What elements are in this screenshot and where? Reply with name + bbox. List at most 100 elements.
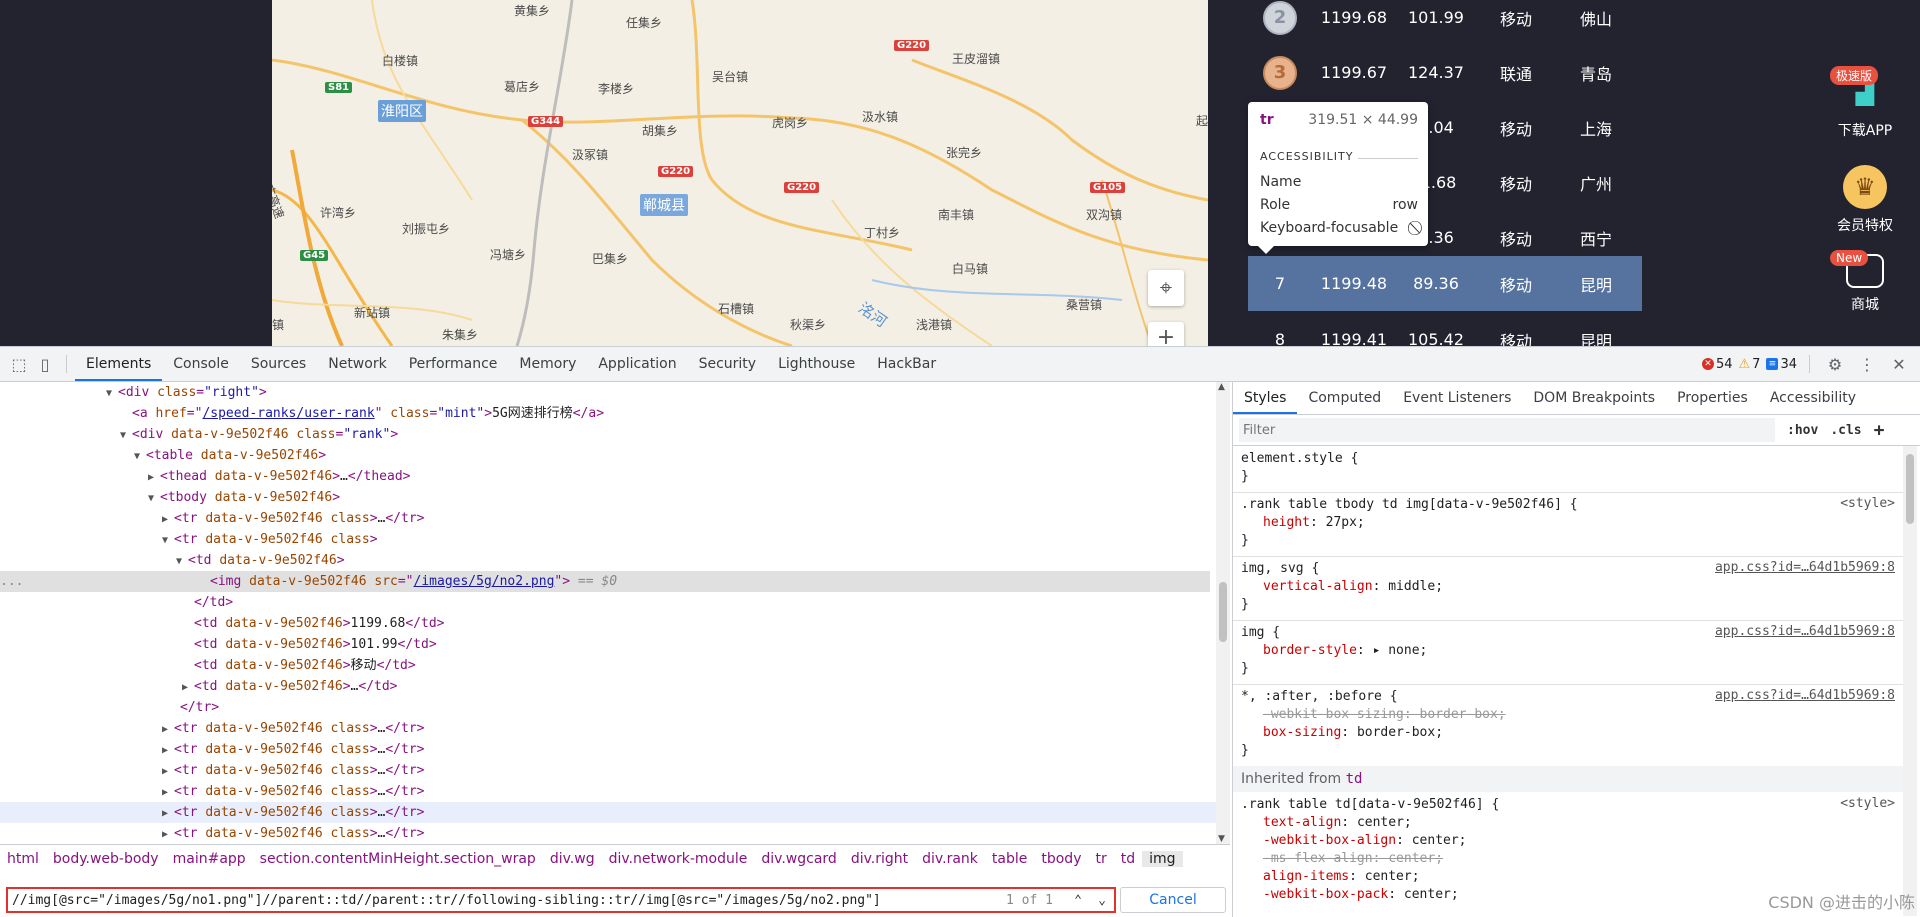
cancel-button[interactable]: Cancel [1120, 887, 1226, 913]
styles-tab[interactable]: DOM Breakpoints [1522, 382, 1666, 414]
dom-node[interactable]: </tr> [0, 697, 1216, 718]
breadcrumb-item[interactable]: div.rank [915, 851, 985, 867]
tooltip-role-value: row [1392, 197, 1418, 213]
more-options-icon[interactable]: ⋮ [1854, 351, 1880, 377]
breadcrumb-item[interactable]: tbody [1034, 851, 1088, 867]
dom-node[interactable]: </td> [0, 592, 1216, 613]
locate-button[interactable]: ⌖ [1148, 270, 1184, 306]
breadcrumb-item[interactable]: div.wgcard [754, 851, 843, 867]
rank-upload-cell: 105.42 [1408, 330, 1464, 346]
breadcrumb-item[interactable]: tr [1088, 851, 1113, 867]
dom-node[interactable]: ▶ <tr data-v-9e502f46 class>…</tr> [0, 508, 1216, 529]
dom-node[interactable]: ▶ <tr data-v-9e502f46 class>…</tr> [0, 802, 1216, 823]
search-query[interactable]: //img[@src="/images/5g/no1.png"]//parent… [8, 893, 1006, 908]
rule-source[interactable]: app.css?id=…64d1b5969:8 [1715, 688, 1895, 703]
map-place: 秋渠乡 [790, 318, 827, 332]
dom-node[interactable]: <td data-v-9e502f46>移动</td> [0, 655, 1216, 676]
styles-filter-input[interactable] [1239, 418, 1775, 442]
dom-node[interactable]: <a href="/speed-ranks/user-rank" class="… [0, 403, 1216, 424]
devtools-tab[interactable]: Elements [75, 347, 163, 381]
warning-count[interactable]: ⚠ 7 [1739, 357, 1761, 372]
dom-node[interactable]: ▶ <tr data-v-9e502f46 class>…</tr> [0, 718, 1216, 739]
breadcrumb-item[interactable]: table [985, 851, 1034, 867]
breadcrumb-item[interactable]: td [1114, 851, 1142, 867]
dom-node[interactable]: ▼ <table data-v-9e502f46> [0, 445, 1216, 466]
new-rule-button[interactable]: + [1874, 420, 1885, 441]
dom-link[interactable]: /speed-ranks/user-rank [202, 406, 374, 421]
devtools-tab[interactable]: Performance [398, 347, 509, 381]
devtools-tab[interactable]: Memory [508, 347, 587, 381]
scroll-up-icon[interactable]: ▲ [1218, 382, 1225, 392]
style-rule[interactable]: .rank table tbody td img[data-v-9e502f46… [1233, 492, 1903, 557]
dom-node[interactable]: ▼ <tbody data-v-9e502f46> [0, 487, 1216, 508]
dom-link[interactable]: /images/5g/no2.png [414, 574, 555, 589]
dom-node[interactable]: <td data-v-9e502f46>101.99</td> [0, 634, 1216, 655]
styles-tab[interactable]: Styles [1233, 382, 1298, 414]
dom-node[interactable]: ▼ <td data-v-9e502f46> [0, 550, 1216, 571]
breadcrumb-item[interactable]: body.web-body [46, 851, 166, 867]
crown-icon: ♛ [1843, 165, 1887, 209]
dom-node[interactable]: ▶ <tr data-v-9e502f46 class>…</tr> [0, 739, 1216, 760]
styles-tab[interactable]: Event Listeners [1392, 382, 1522, 414]
devtools-tab[interactable]: Application [587, 347, 687, 381]
hov-toggle[interactable]: :hov [1787, 423, 1818, 438]
dom-node[interactable]: ▼ <tr data-v-9e502f46 class> [0, 529, 1216, 550]
dom-node[interactable]: ▶ <thead data-v-9e502f46>…</thead> [0, 466, 1216, 487]
zoom-in-button[interactable]: + [1148, 322, 1184, 346]
inspect-icon[interactable]: ⬚ [6, 351, 32, 377]
breadcrumb-item[interactable]: div.right [844, 851, 915, 867]
devtools-tab[interactable]: Sources [240, 347, 317, 381]
error-count[interactable]: ✕ 54 [1701, 357, 1733, 372]
devtools-tab[interactable]: Security [688, 347, 768, 381]
breadcrumb-item[interactable]: section.contentMinHeight.section_wrap [253, 851, 543, 867]
breadcrumb-item[interactable]: main#app [166, 851, 253, 867]
dom-node[interactable]: ▶ <td data-v-9e502f46>…</td> [0, 676, 1216, 697]
dom-node-selected[interactable]: ... <img data-v-9e502f46 src="/images/5g/… [0, 571, 1210, 592]
dom-node[interactable]: ▶ <tr data-v-9e502f46 class>…</tr> [0, 823, 1216, 844]
styles-tab[interactable]: Computed [1297, 382, 1392, 414]
rule-source[interactable]: <style> [1840, 496, 1895, 511]
style-rule[interactable]: element.style { } [1233, 446, 1903, 493]
breadcrumb-item[interactable]: html [0, 851, 46, 867]
rule-source[interactable]: app.css?id=…64d1b5969:8 [1715, 560, 1895, 575]
devtools-tab[interactable]: Console [162, 347, 240, 381]
breadcrumb-item[interactable]: div.wg [543, 851, 602, 867]
message-count[interactable]: ≡ 34 [1766, 357, 1797, 372]
vip-button[interactable]: ♛ 会员特权 [1810, 165, 1920, 235]
devtools-tab[interactable]: HackBar [866, 347, 947, 381]
scroll-thumb[interactable] [1906, 454, 1914, 524]
scroll-down-icon[interactable]: ▼ [1218, 834, 1225, 844]
device-toggle-icon[interactable]: ▯ [32, 351, 58, 377]
style-rule[interactable]: *, :after, :before { app.css?id=…64d1b59… [1233, 684, 1903, 767]
chevron-up-icon[interactable]: ⌃ [1066, 893, 1090, 908]
elements-scrollbar[interactable]: ▲ ▼ [1216, 382, 1230, 844]
breadcrumb-item[interactable]: img [1142, 851, 1183, 867]
breadcrumb-item[interactable]: div.network-module [602, 851, 755, 867]
xpath-search-input[interactable]: //img[@src="/images/5g/no1.png"]//parent… [6, 887, 1116, 913]
devtools-tab[interactable]: Lighthouse [767, 347, 866, 381]
cls-toggle[interactable]: .cls [1830, 423, 1861, 438]
rule-source[interactable]: <style> [1840, 796, 1895, 811]
dom-node[interactable]: ▼ <div data-v-9e502f46 class="rank"> [0, 424, 1216, 445]
styles-tab[interactable]: Accessibility [1759, 382, 1867, 414]
rank-row: 7 1199.48 89.36 移动 昆明 [1248, 256, 1642, 311]
rule-source[interactable]: app.css?id=…64d1b5969:8 [1715, 624, 1895, 639]
dom-node[interactable]: ▶ <tr data-v-9e502f46 class>…</tr> [0, 781, 1216, 802]
devtools-status: ✕ 54 ⚠ 7 ≡ 34 ⚙ ⋮ ✕ [1701, 347, 1912, 381]
dom-node[interactable]: ▶ <tr data-v-9e502f46 class>…</tr> [0, 760, 1216, 781]
devtools-tab[interactable]: Network [317, 347, 397, 381]
map[interactable]: 黄集乡 任集乡 白楼镇 葛店乡 李楼乡 吴台镇 王皮溜镇 虎岗乡 汲水镇 胡集乡… [272, 0, 1208, 346]
elements-tree[interactable]: ▼ <div class="right"> <a href="/speed-ran… [0, 382, 1216, 844]
style-rule[interactable]: img, svg { app.css?id=…64d1b5969:8 verti… [1233, 556, 1903, 621]
styles-scrollbar[interactable] [1903, 446, 1917, 916]
styles-tab[interactable]: Properties [1666, 382, 1759, 414]
dom-node[interactable]: <td data-v-9e502f46>1199.68</td> [0, 613, 1216, 634]
dom-node[interactable]: ▼ <div class="right"> [0, 382, 1216, 403]
chevron-down-icon[interactable]: ⌄ [1090, 893, 1114, 908]
scroll-thumb[interactable] [1219, 582, 1227, 642]
style-rule[interactable]: img { app.css?id=…64d1b5969:8 border-sty… [1233, 620, 1903, 685]
settings-gear-icon[interactable]: ⚙ [1822, 351, 1848, 377]
download-app-button[interactable]: 极速版 ▟ 下载APP [1810, 66, 1920, 140]
shop-button[interactable]: New 商城 [1810, 250, 1920, 314]
close-icon[interactable]: ✕ [1886, 351, 1912, 377]
